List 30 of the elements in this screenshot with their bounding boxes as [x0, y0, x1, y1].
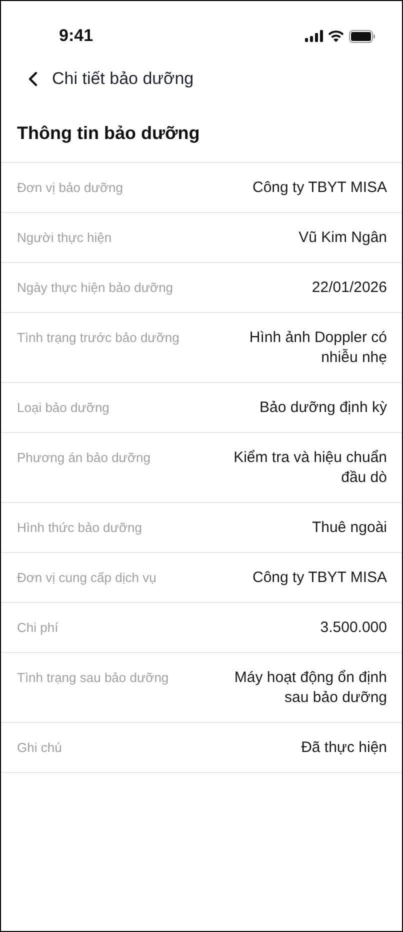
field-label: Phương án bảo dưỡng: [17, 449, 150, 467]
signal-icon: [305, 30, 323, 42]
battery-icon: [349, 30, 376, 42]
field-label: Loại bảo dưỡng: [17, 399, 110, 417]
back-icon: [27, 71, 39, 87]
status-time: 9:41: [59, 26, 94, 46]
field-label: Đơn vị cung cấp dịch vụ: [17, 569, 156, 587]
field-value: Bảo dưỡng định kỳ: [260, 398, 387, 418]
section-title: Thông tin bảo dưỡng: [17, 122, 201, 145]
field-value: Công ty TBYT MISA: [252, 178, 387, 198]
back-button[interactable]: [27, 71, 39, 87]
field-label: Ngày thực hiện bảo dưỡng: [17, 279, 174, 297]
field-value: Đã thực hiện: [301, 738, 387, 758]
field-value: Vũ Kim Ngân: [298, 228, 387, 248]
field-value: Hình ảnh Doppler có nhiễu nhẹ: [248, 328, 387, 368]
field-value: 22/01/2026: [312, 278, 387, 298]
field-label: Người thực hiện: [17, 229, 112, 247]
field-label: Ghi chú: [17, 739, 62, 757]
wifi-icon: [328, 30, 344, 42]
field-value: 3.500.000: [320, 618, 387, 638]
field-label: Đơn vị bảo dưỡng: [17, 179, 123, 197]
field-value: Kiểm tra và hiệu chuẩn đầu dò: [232, 448, 387, 488]
screen-title: Chi tiết bảo dưỡng: [52, 69, 194, 89]
field-label: Tình trạng sau bảo dưỡng: [17, 669, 169, 687]
field-value: Thuê ngoài: [312, 518, 387, 538]
field-label: Tình trạng trước bảo dưỡng: [17, 329, 180, 347]
field-value: Công ty TBYT MISA: [252, 568, 387, 588]
field-label: Hình thức bảo dưỡng: [17, 519, 142, 537]
field-value: Máy hoạt động ổn định sau bảo dưỡng: [233, 668, 387, 708]
field-label: Chi phí: [17, 619, 58, 637]
